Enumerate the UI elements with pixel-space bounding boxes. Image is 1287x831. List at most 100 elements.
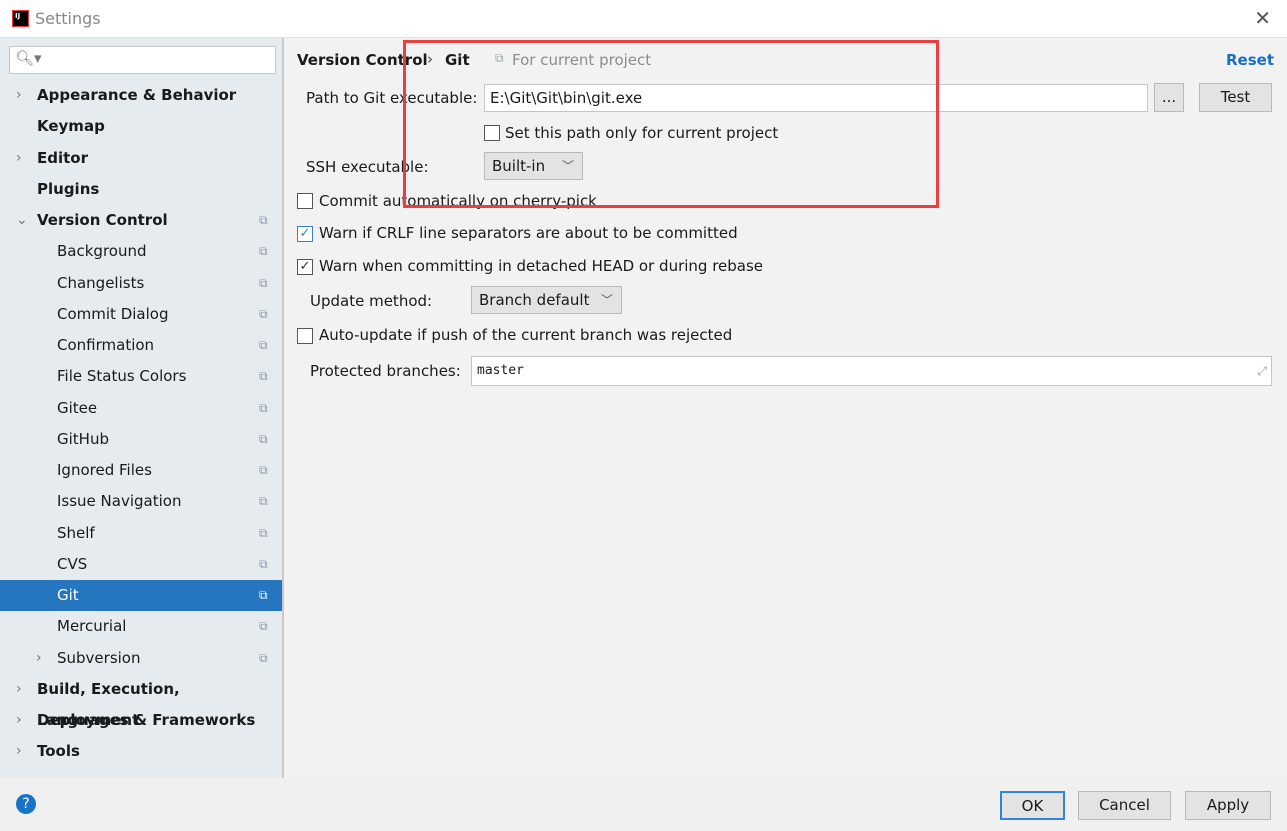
ssh-select[interactable]: Built-in ﹀ — [484, 152, 583, 180]
sidebar-item-label: Changelists — [57, 273, 145, 292]
app-logo-icon: IJ — [12, 10, 29, 27]
sidebar-item-label: Gitee — [57, 398, 98, 417]
sidebar-item-issue-navigation[interactable]: Issue Navigation ⧉ — [0, 486, 282, 517]
project-level-icon: ⧉ — [259, 431, 268, 446]
chevron-right-icon[interactable]: › — [16, 736, 22, 767]
sidebar-item-subversion[interactable]: › Subversion ⧉ — [0, 643, 282, 674]
sidebar-item-label: Tools — [37, 742, 80, 761]
auto-update-label: Auto-update if push of the current branc… — [319, 326, 733, 344]
browse-button[interactable]: ... — [1154, 83, 1184, 112]
window-title: Settings — [35, 9, 101, 28]
settings-sidebar: 🔍︎▾ › Appearance & Behavior Keymap › Editor P… — [0, 38, 284, 778]
sidebar-item-label: Issue Navigation — [57, 492, 182, 511]
git-path-label: Path to Git executable: — [306, 89, 478, 107]
sidebar-item-editor[interactable]: › Editor — [0, 143, 282, 174]
current-project-label: Set this path only for current project — [505, 124, 779, 142]
update-method-value: Branch default — [479, 291, 590, 309]
chevron-right-icon[interactable]: › — [16, 674, 22, 705]
sidebar-item-commit-dialog[interactable]: Commit Dialog ⧉ — [0, 299, 282, 330]
cherry-pick-checkbox[interactable] — [297, 193, 313, 209]
sidebar-item-mercurial[interactable]: Mercurial ⧉ — [0, 611, 282, 642]
sidebar-item-plugins[interactable]: Plugins — [0, 174, 282, 205]
sidebar-item-label: CVS — [57, 554, 88, 573]
sidebar-item-label: Version Control — [37, 211, 168, 229]
crlf-checkbox[interactable]: ✓ — [297, 226, 313, 242]
protected-branches-value: master — [477, 363, 524, 378]
chevron-right-icon[interactable]: › — [16, 80, 22, 111]
sidebar-item-github[interactable]: GitHub ⧉ — [0, 424, 282, 455]
update-method-label: Update method: — [310, 292, 433, 310]
sidebar-item-cvs[interactable]: CVS ⧉ — [0, 549, 282, 580]
chevron-right-icon[interactable]: › — [16, 705, 22, 736]
chevron-down-icon: ﹀ — [600, 293, 613, 307]
scope-label: For current project — [512, 51, 652, 69]
chevron-right-icon[interactable]: › — [36, 643, 42, 674]
project-level-icon: ⧉ — [259, 338, 268, 352]
expand-icon[interactable]: ⤢ — [1257, 357, 1267, 385]
search-input[interactable]: 🔍︎▾ — [9, 46, 276, 74]
project-scope-icon: ⧉ — [495, 51, 504, 65]
dialog-footer: ? OK Cancel Apply — [0, 778, 1287, 831]
cherry-pick-label: Commit automatically on cherry-pick — [319, 192, 597, 210]
project-level-icon: ⧉ — [259, 494, 268, 509]
sidebar-item-label: Appearance & Behavior — [37, 86, 237, 104]
sidebar-item-git[interactable]: Git ⧉ — [0, 580, 282, 611]
sidebar-item-label: Subversion — [57, 648, 141, 667]
ssh-value: Built-in — [492, 157, 546, 175]
sidebar-item-shelf[interactable]: Shelf ⧉ — [0, 518, 282, 549]
sidebar-item-languages-frameworks[interactable]: › Languages & Frameworks — [0, 705, 282, 736]
test-button[interactable]: Test — [1199, 83, 1272, 112]
breadcrumb-separator-icon: › — [427, 50, 433, 68]
sidebar-item-background[interactable]: Background ⧉ — [0, 236, 282, 267]
git-settings-panel: Version Control › Git ⧉ For current proj… — [286, 38, 1287, 778]
title-bar: IJ Settings ✕ — [0, 0, 1287, 38]
cancel-button[interactable]: Cancel — [1078, 791, 1171, 820]
project-level-icon: ⧉ — [259, 650, 268, 665]
sidebar-item-label: Mercurial — [57, 617, 127, 636]
protected-branches-input[interactable]: master ⤢ — [471, 356, 1272, 386]
reset-link[interactable]: Reset — [1226, 51, 1274, 69]
search-icon: 🔍︎▾ — [15, 49, 42, 67]
help-icon[interactable]: ? — [16, 794, 36, 814]
sidebar-item-version-control[interactable]: ⌄ Version Control ⧉ — [0, 205, 282, 236]
detached-head-checkbox[interactable]: ✓ — [297, 259, 313, 275]
sidebar-item-appearance-behavior[interactable]: › Appearance & Behavior — [0, 80, 282, 111]
current-project-checkbox[interactable] — [484, 125, 500, 141]
project-level-icon: ⧉ — [259, 588, 268, 602]
sidebar-item-ignored-files[interactable]: Ignored Files ⧉ — [0, 455, 282, 486]
protected-branches-label: Protected branches: — [310, 362, 461, 380]
crlf-label: Warn if CRLF line separators are about t… — [319, 224, 738, 242]
project-level-icon: ⧉ — [259, 244, 268, 259]
update-method-select[interactable]: Branch default ﹀ — [471, 286, 622, 314]
chevron-down-icon: ﹀ — [561, 159, 574, 173]
sidebar-item-file-status-colors[interactable]: File Status Colors ⧉ — [0, 361, 282, 392]
sidebar-item-label: Languages & Frameworks — [37, 711, 256, 729]
detached-head-label: Warn when committing in detached HEAD or… — [319, 257, 764, 275]
chevron-down-icon[interactable]: ⌄ — [16, 205, 28, 236]
auto-update-checkbox[interactable] — [297, 328, 313, 344]
chevron-right-icon[interactable]: › — [16, 143, 22, 174]
ssh-label: SSH executable: — [306, 158, 429, 176]
sidebar-item-build-execution-deployment[interactable]: › Build, Execution, Deployment — [0, 674, 282, 729]
close-icon[interactable]: ✕ — [1254, 6, 1271, 30]
sidebar-item-label: Background — [57, 242, 147, 261]
sidebar-item-changelists[interactable]: Changelists ⧉ — [0, 268, 282, 299]
project-level-icon: ⧉ — [259, 275, 268, 290]
git-path-input[interactable]: E:\Git\Git\bin\git.exe — [484, 84, 1148, 112]
project-level-icon: ⧉ — [259, 556, 268, 571]
project-level-icon: ⧉ — [259, 306, 268, 321]
project-level-icon: ⧉ — [259, 463, 268, 477]
sidebar-item-label: Shelf — [57, 523, 95, 542]
breadcrumb-current: Git — [445, 51, 470, 69]
sidebar-item-confirmation[interactable]: Confirmation ⧉ — [0, 330, 282, 361]
breadcrumb-parent[interactable]: Version Control — [297, 51, 428, 69]
apply-button[interactable]: Apply — [1185, 791, 1271, 820]
project-level-icon: ⧉ — [259, 369, 268, 384]
sidebar-item-label: Commit Dialog — [57, 304, 169, 323]
ok-button[interactable]: OK — [1000, 791, 1065, 820]
sidebar-item-gitee[interactable]: Gitee ⧉ — [0, 393, 282, 424]
sidebar-item-label: Plugins — [37, 179, 100, 198]
sidebar-item-tools[interactable]: › Tools — [0, 736, 282, 767]
sidebar-item-keymap[interactable]: Keymap — [0, 111, 282, 142]
sidebar-item-label: Keymap — [37, 117, 105, 136]
